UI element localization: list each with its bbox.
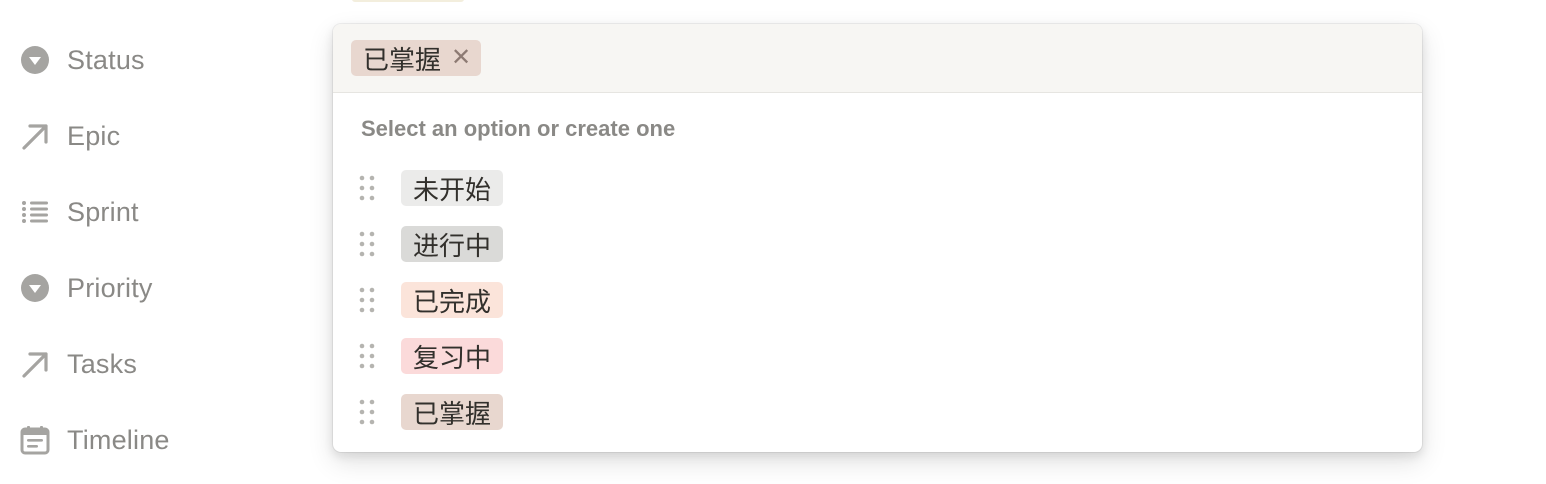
property-priority[interactable]: Priority	[18, 268, 153, 308]
property-label: Tasks	[67, 348, 138, 379]
property-tasks[interactable]: Tasks	[18, 344, 137, 384]
drag-handle-icon[interactable]	[357, 397, 377, 427]
property-label: Sprint	[67, 196, 139, 227]
close-icon[interactable]: ✕	[451, 46, 471, 70]
property-label: Timeline	[67, 424, 170, 455]
drag-handle-icon[interactable]	[357, 229, 377, 259]
drag-handle-icon[interactable]	[357, 285, 377, 315]
option-item[interactable]: 进行中	[357, 226, 504, 262]
property-epic[interactable]: Epic	[18, 116, 120, 156]
drag-handle-icon[interactable]	[357, 341, 377, 371]
property-label: Epic	[67, 120, 121, 151]
option-tag: 进行中	[401, 226, 504, 262]
list-icon	[18, 195, 52, 229]
relation-arrow-icon	[18, 347, 52, 381]
drag-handle-icon[interactable]	[357, 173, 377, 203]
selected-tag-label: 已掌握	[363, 44, 442, 75]
property-sprint[interactable]: Sprint	[18, 192, 139, 232]
option-item[interactable]: 未开始	[357, 170, 504, 206]
page: Status Epic Sprint Priority Tasks Timeli…	[0, 0, 1546, 484]
option-tag: 未开始	[401, 170, 504, 206]
property-label: Status	[67, 44, 145, 75]
tag-stub	[352, 0, 464, 2]
option-tag: 复习中	[401, 338, 504, 374]
relation-arrow-icon	[18, 119, 52, 153]
priority-select-icon	[18, 271, 52, 305]
selected-values-bar[interactable]: 已掌握 ✕	[333, 24, 1422, 93]
status-select-icon	[18, 43, 52, 77]
option-item[interactable]: 已完成	[357, 282, 504, 318]
property-status[interactable]: Status	[18, 40, 145, 80]
select-dropdown: 已掌握 ✕ Select an option or create one 未开始…	[333, 24, 1422, 452]
option-tag: 已完成	[401, 282, 504, 318]
option-tag: 已掌握	[401, 394, 504, 430]
property-label: Priority	[67, 272, 153, 303]
option-item[interactable]: 复习中	[357, 338, 504, 374]
option-item[interactable]: 已掌握	[357, 394, 504, 430]
dropdown-hint: Select an option or create one	[361, 116, 676, 141]
selected-tag: 已掌握 ✕	[351, 40, 482, 76]
calendar-icon	[18, 423, 52, 457]
property-timeline[interactable]: Timeline	[18, 420, 170, 460]
